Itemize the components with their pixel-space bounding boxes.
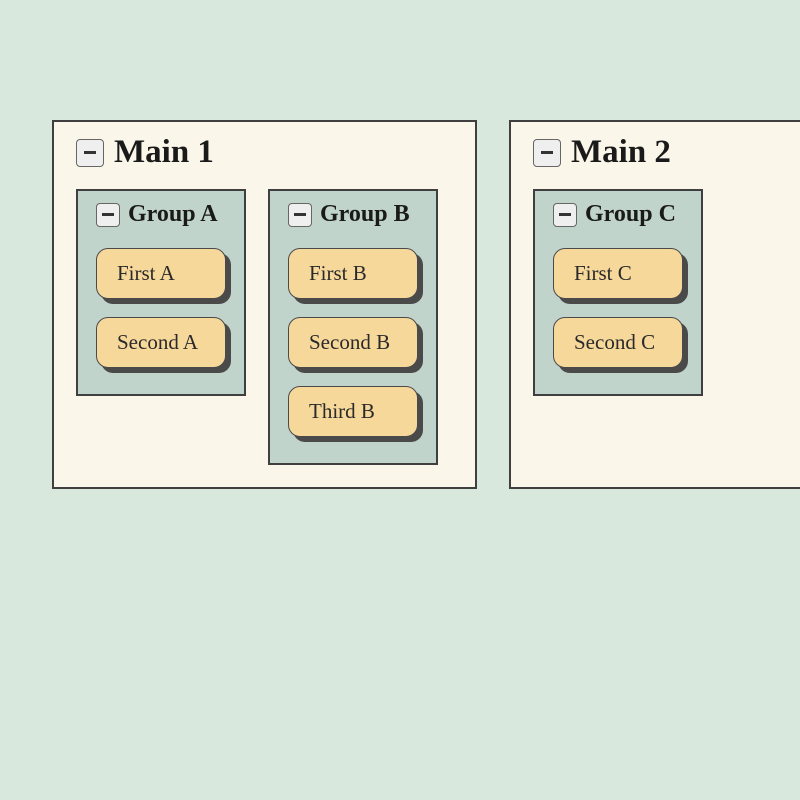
- item-second-c[interactable]: Second C: [553, 317, 683, 368]
- collapse-toggle-group-c[interactable]: [553, 203, 577, 227]
- group-panel-c[interactable]: Group C First C Second C: [533, 189, 703, 396]
- minus-icon: [541, 151, 553, 154]
- group-c-title: Group C: [585, 201, 676, 228]
- diagram-canvas: Main 1 Group A First A Second A Gr: [52, 120, 800, 489]
- group-panel-a[interactable]: Group A First A Second A: [76, 189, 246, 396]
- item-third-b[interactable]: Third B: [288, 386, 418, 437]
- minus-icon: [84, 151, 96, 154]
- item-first-b[interactable]: First B: [288, 248, 418, 299]
- main-2-header: Main 2: [533, 134, 800, 171]
- group-b-title: Group B: [320, 201, 410, 228]
- item-second-b[interactable]: Second B: [288, 317, 418, 368]
- item-second-a[interactable]: Second A: [96, 317, 226, 368]
- main-1-title: Main 1: [114, 134, 214, 171]
- main-1-header: Main 1: [76, 134, 453, 171]
- main-2-groups: Group C First C Second C: [533, 189, 800, 396]
- item-first-a[interactable]: First A: [96, 248, 226, 299]
- item-first-c[interactable]: First C: [553, 248, 683, 299]
- collapse-toggle-main-1[interactable]: [76, 139, 104, 167]
- minus-icon: [102, 213, 114, 216]
- group-a-title: Group A: [128, 201, 218, 228]
- collapse-toggle-main-2[interactable]: [533, 139, 561, 167]
- group-c-header: Group C: [553, 201, 683, 228]
- collapse-toggle-group-a[interactable]: [96, 203, 120, 227]
- minus-icon: [294, 213, 306, 216]
- collapse-toggle-group-b[interactable]: [288, 203, 312, 227]
- group-a-header: Group A: [96, 201, 226, 228]
- group-panel-b[interactable]: Group B First B Second B Third B: [268, 189, 438, 465]
- main-panel-1[interactable]: Main 1 Group A First A Second A Gr: [52, 120, 477, 489]
- main-1-groups: Group A First A Second A Group B First B…: [76, 189, 453, 465]
- minus-icon: [559, 213, 571, 216]
- group-b-header: Group B: [288, 201, 418, 228]
- main-2-title: Main 2: [571, 134, 671, 171]
- main-panel-2[interactable]: Main 2 Group C First C Second C: [509, 120, 800, 489]
